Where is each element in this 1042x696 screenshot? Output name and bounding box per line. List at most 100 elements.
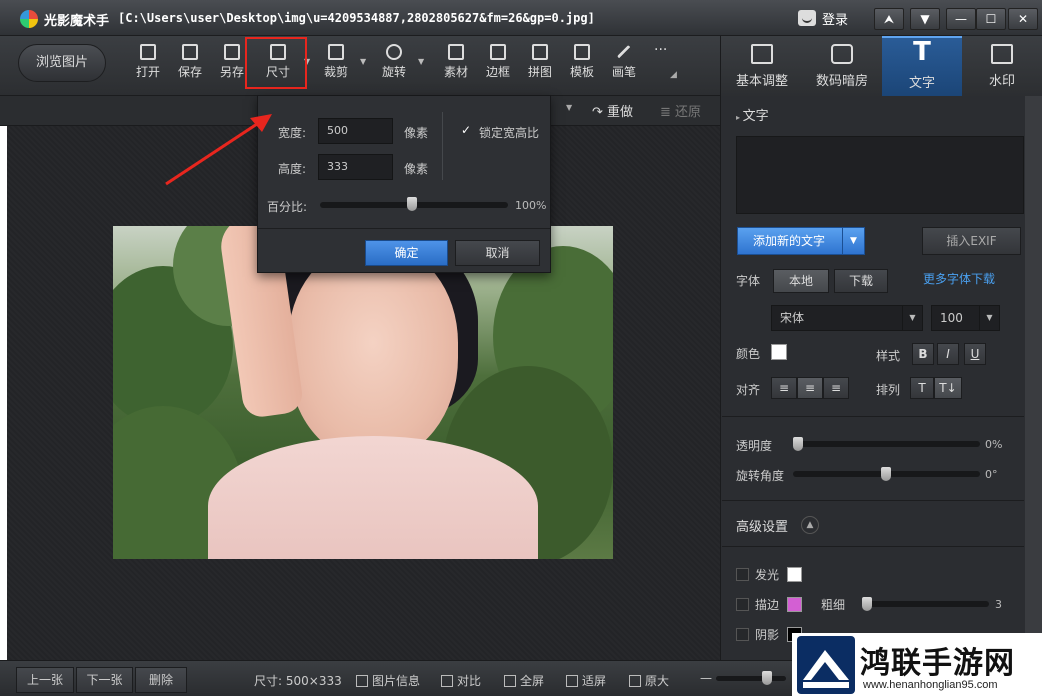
horizontal-text-icon[interactable]: T — [910, 377, 934, 399]
font-source-download[interactable]: 下载 — [834, 269, 888, 293]
basic-adjust-icon — [751, 44, 773, 64]
rotation-value: 0° — [985, 468, 998, 481]
rotation-slider-thumb[interactable] — [881, 467, 891, 481]
history-dropdown-icon[interactable]: ▼ — [566, 103, 572, 112]
insert-exif-button[interactable]: 插入EXIF — [922, 227, 1021, 255]
crop-button[interactable]: 裁剪 — [316, 44, 356, 88]
redo-button[interactable]: ↷ 重做 — [592, 101, 633, 120]
image-info-icon — [356, 674, 368, 687]
next-image-button[interactable]: 下一张 — [76, 667, 133, 693]
rotate-dropdown-icon[interactable]: ▼ — [418, 57, 426, 67]
bold-button[interactable]: B — [912, 343, 934, 365]
tab-basic-adjust[interactable]: 基本调整 — [722, 36, 802, 96]
fit-screen-button[interactable]: 适屏 — [566, 672, 606, 689]
save-label: 保存 — [177, 65, 202, 79]
tab-digital-darkroom[interactable]: 数码暗房 — [802, 36, 882, 96]
rotate-button[interactable]: 旋转 — [374, 44, 414, 88]
style-label: 样式 — [876, 349, 901, 363]
opacity-slider-thumb[interactable] — [793, 437, 803, 451]
thickness-value: 3 — [995, 598, 1002, 611]
frame-button[interactable]: 边框 — [478, 44, 518, 88]
font-family-select[interactable]: 宋体 ▼ — [771, 305, 923, 331]
shadow-checkbox[interactable] — [736, 628, 749, 641]
tab-watermark[interactable]: 水印 — [962, 36, 1042, 96]
tab-text[interactable]: T 文字 — [882, 36, 962, 96]
restore-button[interactable]: ≣ 还原 — [660, 101, 701, 120]
zoom-slider-track[interactable] — [716, 676, 786, 681]
underline-button[interactable]: U — [964, 343, 986, 365]
glow-checkbox[interactable] — [736, 568, 749, 581]
font-size-value: 100 — [940, 311, 963, 325]
tab-basic-adjust-label: 基本调整 — [735, 74, 788, 89]
material-button[interactable]: 素材 — [436, 44, 476, 88]
align-right-icon[interactable]: ≡ — [823, 377, 849, 399]
frame-icon — [490, 44, 506, 60]
dialog-divider — [442, 112, 443, 180]
panel-divider — [722, 500, 1024, 501]
minimize-button[interactable]: — — [946, 8, 976, 30]
zoom-slider-thumb[interactable] — [762, 671, 772, 685]
open-button[interactable]: 打开 — [128, 44, 168, 88]
align-left-icon[interactable]: ≡ — [771, 377, 797, 399]
open-image-icon — [140, 44, 156, 60]
login-label: 登录 — [822, 12, 849, 28]
italic-button[interactable]: I — [937, 343, 959, 365]
zoom-out-icon[interactable]: — — [700, 671, 712, 685]
browse-images-button[interactable]: 浏览图片 — [18, 44, 106, 82]
expand-toolbar-icon[interactable]: ◢ — [670, 70, 677, 80]
compare-icon — [441, 674, 453, 687]
frame-label: 边框 — [485, 65, 510, 79]
skin-button[interactable]: ⮝ — [874, 8, 904, 30]
vertical-text-icon[interactable]: T↓ — [934, 377, 962, 399]
opacity-value: 0% — [985, 438, 1003, 451]
cancel-button[interactable]: 取消 — [455, 240, 540, 266]
photo-preview — [113, 226, 613, 559]
text-content-input[interactable] — [736, 136, 1024, 214]
maximize-button[interactable]: ☐ — [976, 8, 1006, 30]
template-button[interactable]: 模板 — [562, 44, 602, 88]
app-title: 光影魔术手 — [44, 14, 110, 29]
fullscreen-button[interactable]: 全屏 — [504, 672, 544, 689]
site-logo-graphic — [803, 650, 849, 688]
confirm-button[interactable]: 确定 — [365, 240, 448, 266]
font-source-local[interactable]: 本地 — [773, 269, 829, 293]
close-button[interactable]: ✕ — [1008, 8, 1038, 30]
fullscreen-label: 全屏 — [520, 674, 545, 688]
original-size-button[interactable]: 原大 — [629, 672, 669, 689]
stroke-checkbox[interactable] — [736, 598, 749, 611]
thickness-slider-thumb[interactable] — [862, 597, 872, 611]
crop-dropdown-icon[interactable]: ▼ — [360, 57, 368, 67]
opacity-slider-track[interactable] — [793, 441, 980, 447]
stroke-label: 描边 — [755, 598, 780, 612]
save-button[interactable]: 保存 — [170, 44, 210, 88]
more-fonts-link[interactable]: 更多字体下载 — [923, 270, 995, 287]
redo-label: 重做 — [607, 105, 634, 120]
text-color-swatch[interactable] — [771, 344, 787, 360]
delete-button[interactable]: 删除 — [135, 667, 187, 693]
collage-button[interactable]: 拼图 — [520, 44, 560, 88]
brush-icon — [616, 44, 632, 60]
lock-ratio-checkbox[interactable]: ✓ — [461, 124, 473, 136]
compare-button[interactable]: 对比 — [441, 672, 481, 689]
restore-icon: ≣ — [660, 105, 676, 120]
login-button[interactable]: 登录 — [798, 8, 848, 28]
panel-scrollbar[interactable] — [1025, 96, 1042, 660]
fit-screen-label: 适屏 — [582, 674, 607, 688]
chevron-up-icon[interactable]: ▲ — [801, 516, 819, 534]
brush-button[interactable]: 画笔 — [604, 44, 644, 88]
height-input[interactable]: 333 — [318, 154, 393, 180]
width-input[interactable]: 500 — [318, 118, 393, 144]
align-center-icon[interactable]: ≡ — [797, 377, 823, 399]
glow-color-swatch[interactable] — [787, 567, 802, 582]
stroke-color-swatch[interactable] — [787, 597, 802, 612]
image-info-button[interactable]: 图片信息 — [356, 672, 420, 689]
add-text-dropdown-icon[interactable]: ▼ — [842, 228, 864, 254]
font-size-select[interactable]: 100 ▼ — [931, 305, 1000, 331]
percent-slider-thumb[interactable] — [407, 197, 417, 211]
menu-button[interactable]: ▼ — [910, 8, 940, 30]
app-logo-icon — [20, 10, 38, 28]
site-title: 鸿联手游网 — [860, 646, 1015, 681]
thickness-slider-track[interactable] — [862, 601, 989, 607]
more-tools-button[interactable]: ··· — [654, 42, 667, 58]
previous-image-button[interactable]: 上一张 — [16, 667, 74, 693]
